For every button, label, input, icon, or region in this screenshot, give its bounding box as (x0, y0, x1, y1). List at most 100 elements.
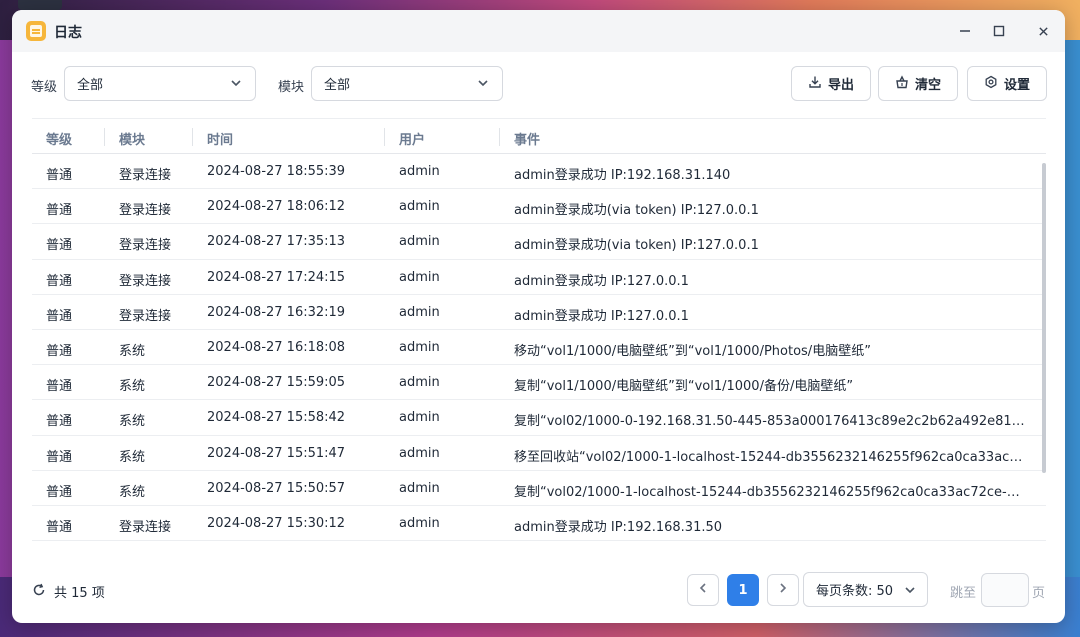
cell-event: admin登录成功(via token) IP:127.0.0.1 (514, 238, 759, 254)
cell-event: 复制“vol02/1000-0-192.168.31.50-445-853a00… (514, 414, 1026, 430)
table-row[interactable]: 普通 系统 2024-08-27 15:30:00 system 系统启动 (32, 541, 1046, 552)
next-page-button[interactable] (767, 574, 799, 606)
cell-module: 系统 (119, 343, 146, 359)
cell-user: admin (399, 339, 440, 355)
chevron-down-icon (229, 76, 243, 90)
cell-module: 系统 (119, 484, 146, 500)
cell-time: 2024-08-27 15:59:05 (207, 375, 346, 391)
table-row[interactable]: 普通 登录连接 2024-08-27 17:35:13 admin admin登录成功(… (32, 224, 1046, 260)
window-title: 日志 (54, 25, 82, 41)
cell-time: 2024-08-27 16:18:08 (207, 339, 346, 355)
table-row[interactable]: 普通 登录连接 2024-08-27 18:06:12 admin admin登录成功(… (32, 189, 1046, 225)
clear-button[interactable]: 清空 (878, 66, 958, 101)
jump-to-page-input[interactable] (981, 573, 1029, 607)
cell-level: 普通 (46, 238, 73, 254)
filter-bar: 等级 全部 模块 全部 导出 清空 设置 (12, 66, 1065, 102)
export-button[interactable]: 导出 (791, 66, 871, 101)
cell-level: 普通 (46, 273, 73, 289)
cell-level: 普通 (46, 449, 73, 465)
cell-time: 2024-08-27 15:51:47 (207, 445, 346, 461)
cell-event: admin登录成功 IP:192.168.31.140 (514, 168, 731, 183)
cell-time: 2024-08-27 17:35:13 (207, 234, 346, 250)
table-row[interactable]: 普通 登录连接 2024-08-27 15:30:12 admin admin登录成功 … (32, 506, 1046, 542)
maximize-button[interactable] (988, 20, 1010, 42)
cell-event: 系统启动 (514, 551, 1026, 552)
table-header: 等级 模块 时间 用户 事件 (32, 118, 1046, 154)
column-header-event[interactable]: 事件 (514, 129, 540, 148)
log-app-icon (26, 21, 46, 41)
cell-time: 2024-08-27 15:30:12 (207, 515, 346, 531)
level-filter-label: 等级 (31, 80, 58, 95)
table-row[interactable]: 普通 系统 2024-08-27 15:59:05 admin 复制“vol1/1000… (32, 365, 1046, 401)
prev-page-button[interactable] (687, 574, 719, 606)
gear-icon (984, 75, 998, 93)
settings-label: 设置 (1003, 78, 1030, 93)
cell-event: 复制“vol02/1000-1-localhost-15244-db355623… (514, 484, 1026, 500)
column-header-module[interactable]: 模块 (119, 129, 145, 148)
table-row[interactable]: 普通 系统 2024-08-27 16:18:08 admin 移动“vol1/1000… (32, 330, 1046, 366)
minimize-icon (959, 22, 971, 41)
page-number-current[interactable]: 1 (727, 574, 759, 606)
table-row[interactable]: 普通 系统 2024-08-27 15:58:42 admin 复制“vol02/100… (32, 400, 1046, 436)
chevron-down-icon (476, 76, 490, 90)
cell-module: 系统 (119, 551, 145, 552)
log-table: 等级 模块 时间 用户 事件 普通 登录连接 2024-08-27 18:55:39… (32, 118, 1046, 552)
table-body[interactable]: 普通 登录连接 2024-08-27 18:55:39 admin admin登录成功 … (32, 154, 1046, 552)
cell-user: admin (399, 515, 440, 531)
cell-time: 2024-08-27 17:24:15 (207, 269, 346, 285)
cell-event: 复制“vol1/1000/电脑壁纸”到“vol1/1000/备份/电脑壁纸” (514, 379, 854, 395)
minimize-button[interactable] (954, 20, 976, 42)
cell-user: admin (399, 375, 440, 391)
clear-label: 清空 (914, 78, 941, 93)
cell-time: 2024-08-27 15:58:42 (207, 410, 346, 426)
table-row[interactable]: 普通 系统 2024-08-27 15:51:47 admin 移至回收站“vol02/… (32, 436, 1046, 471)
cell-user: admin (399, 445, 440, 461)
module-filter-value: 全部 (324, 78, 351, 93)
cell-time: 2024-08-27 18:06:12 (207, 199, 346, 215)
cell-user: admin (399, 410, 440, 426)
settings-button[interactable]: 设置 (967, 66, 1047, 101)
cell-level: 普通 (46, 551, 72, 552)
table-scrollbar[interactable] (1042, 163, 1046, 473)
refresh-icon[interactable] (32, 583, 46, 597)
jump-to-suffix: 页 (1032, 586, 1046, 601)
cell-event: admin登录成功 IP:192.168.31.50 (514, 519, 723, 535)
cell-level: 普通 (46, 379, 73, 395)
cell-module: 系统 (119, 414, 146, 430)
desktop-taskbar-tab (18, 0, 62, 10)
close-button[interactable] (1032, 20, 1054, 42)
column-header-user[interactable]: 用户 (399, 129, 425, 148)
table-row[interactable]: 普通 系统 2024-08-27 15:50:57 admin 复制“vol02/100… (32, 471, 1046, 506)
cell-level: 普通 (46, 414, 73, 430)
cell-time: 2024-08-27 16:32:19 (207, 304, 346, 320)
level-filter-select[interactable]: 全部 (64, 66, 256, 101)
cell-module: 登录连接 (119, 519, 172, 535)
column-divider (499, 128, 500, 146)
page-size-value: 每页条数: 50 (816, 584, 894, 599)
table-row[interactable]: 普通 登录连接 2024-08-27 17:24:15 admin admin登录成功 … (32, 260, 1046, 295)
cell-level: 普通 (46, 308, 73, 324)
level-filter-value: 全部 (77, 78, 104, 93)
cell-level: 普通 (46, 343, 73, 359)
cell-level: 普通 (46, 168, 73, 183)
cell-module: 系统 (119, 379, 146, 395)
cell-event: admin登录成功(via token) IP:127.0.0.1 (514, 203, 759, 219)
export-label: 导出 (827, 78, 854, 93)
module-filter-select[interactable]: 全部 (311, 66, 503, 101)
cell-event: admin登录成功 IP:127.0.0.1 (514, 273, 689, 289)
table-row[interactable]: 普通 登录连接 2024-08-27 18:55:39 admin admin登录成功 … (32, 154, 1046, 190)
column-header-level[interactable]: 等级 (46, 129, 72, 148)
close-icon (1038, 22, 1049, 41)
cell-user: admin (399, 234, 440, 250)
cell-event: 移至回收站“vol02/1000-1-localhost-15244-db355… (514, 449, 1026, 465)
page-size-select[interactable]: 每页条数: 50 (803, 572, 928, 607)
cell-user: admin (399, 480, 440, 496)
column-header-time[interactable]: 时间 (207, 129, 233, 148)
cell-module: 登录连接 (119, 273, 172, 289)
log-window: 日志 等级 全部 模块 全部 导出 清空 设置 等级 模块 时间 用户 事件 普… (12, 10, 1065, 623)
chevron-right-icon (776, 581, 790, 599)
cell-module: 登录连接 (119, 238, 172, 254)
title-bar[interactable]: 日志 (12, 10, 1065, 52)
cell-time: 2024-08-27 15:50:57 (207, 480, 346, 496)
table-row[interactable]: 普通 登录连接 2024-08-27 16:32:19 admin admin登录成功 … (32, 295, 1046, 330)
